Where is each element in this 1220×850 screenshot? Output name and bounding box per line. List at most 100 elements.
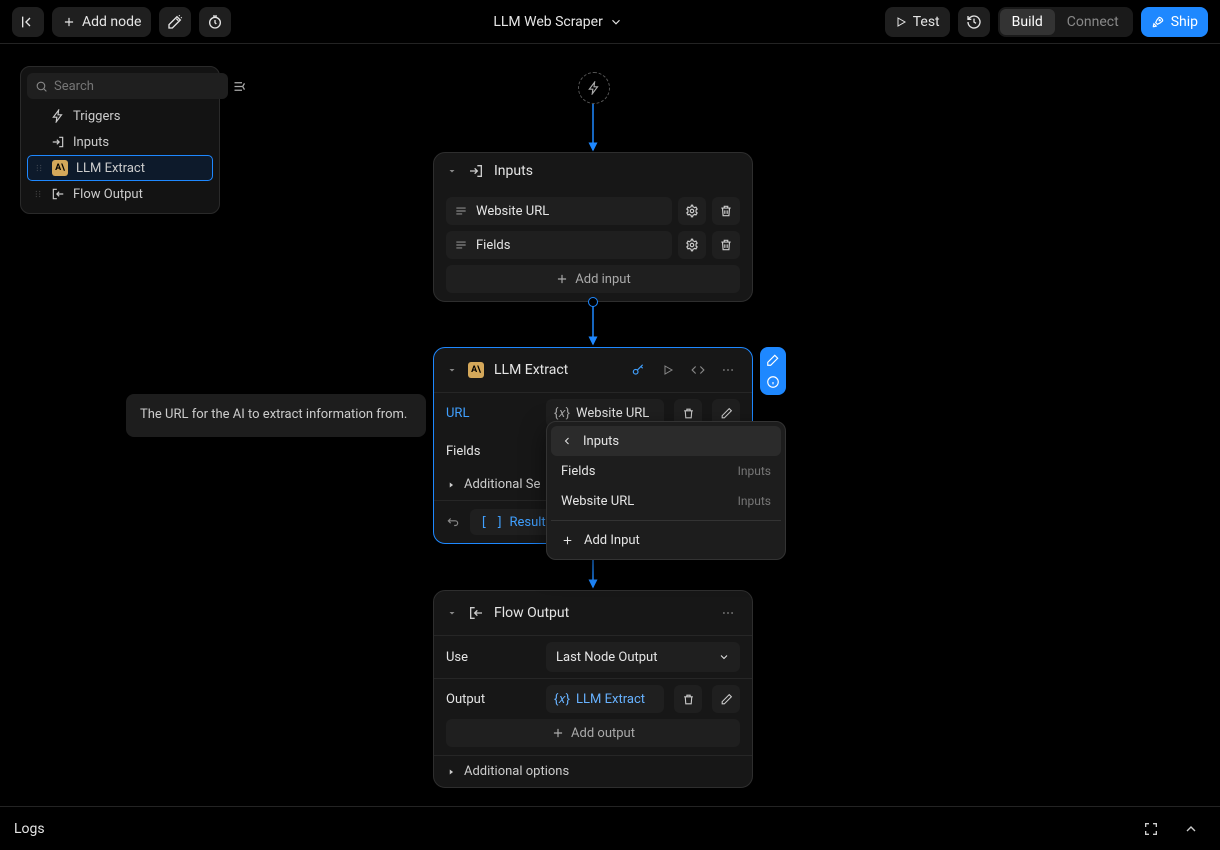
node-output-header[interactable]: Flow Output xyxy=(434,591,752,636)
logs-title[interactable]: Logs xyxy=(14,821,1126,837)
pencil-icon xyxy=(720,693,733,706)
url-label[interactable]: URL xyxy=(446,406,536,421)
dropdown-add-input[interactable]: Add Input xyxy=(551,525,781,555)
timer-button[interactable] xyxy=(199,7,231,37)
input-row-fields: Fields xyxy=(446,231,740,259)
node-side-tools xyxy=(760,347,786,395)
plus-icon xyxy=(561,534,574,547)
add-node-button[interactable]: Add node xyxy=(52,7,151,37)
magic-button[interactable] xyxy=(159,7,191,37)
tree-item-llm-extract[interactable]: A\ LLM Extract xyxy=(27,155,213,181)
input-row-website-url: Website URL xyxy=(446,197,740,225)
anthropic-icon: A\ xyxy=(52,160,68,176)
use-select[interactable]: Last Node Output xyxy=(546,642,740,672)
run-node-button[interactable] xyxy=(656,358,680,382)
search-icon xyxy=(35,80,48,93)
prop-use: Use Last Node Output xyxy=(434,636,752,678)
tree-item-inputs[interactable]: Inputs xyxy=(27,129,213,155)
collapse-toggle[interactable] xyxy=(446,165,458,177)
drag-handle-icon[interactable] xyxy=(33,187,43,201)
dropdown-item-fields[interactable]: Fields Inputs xyxy=(551,456,781,486)
return-icon xyxy=(446,515,460,529)
dropdown-item-website-url[interactable]: Website URL Inputs xyxy=(551,486,781,516)
menu-toggle-button[interactable] xyxy=(12,7,44,37)
collapse-toggle[interactable] xyxy=(446,607,458,619)
logs-expand-button[interactable] xyxy=(1176,814,1206,844)
divider xyxy=(551,520,781,521)
search-input[interactable] xyxy=(54,79,220,94)
code-button[interactable] xyxy=(686,358,710,382)
plus-icon xyxy=(551,726,565,740)
bolt-icon xyxy=(587,81,601,95)
input-chip[interactable]: Fields xyxy=(446,231,672,259)
output-label: Output xyxy=(446,692,536,707)
trash-icon xyxy=(682,693,695,706)
search-box[interactable] xyxy=(27,73,228,99)
input-delete-button[interactable] xyxy=(712,197,740,225)
node-inputs-header[interactable]: Inputs xyxy=(434,153,752,189)
input-icon xyxy=(51,135,65,149)
chevron-down-icon xyxy=(609,15,623,29)
pencil-icon xyxy=(720,407,733,420)
more-button[interactable] xyxy=(716,601,740,625)
trash-icon xyxy=(682,407,695,420)
logs-fullscreen-button[interactable] xyxy=(1136,814,1166,844)
bolt-icon xyxy=(51,109,65,123)
rocket-icon xyxy=(1151,15,1165,29)
chevron-up-icon xyxy=(1183,821,1199,837)
seg-connect[interactable]: Connect xyxy=(1055,9,1131,35)
node-inputs-title: Inputs xyxy=(494,163,740,179)
more-button[interactable] xyxy=(716,358,740,382)
panel-collapse-button[interactable] xyxy=(232,73,247,99)
add-output-button[interactable]: Add output xyxy=(446,719,740,747)
additional-options-toggle[interactable]: Additional options xyxy=(434,755,752,787)
caret-right-icon xyxy=(446,767,456,777)
dropdown-back[interactable]: Inputs xyxy=(551,426,781,456)
key-button[interactable] xyxy=(626,358,650,382)
node-llm-title: LLM Extract xyxy=(494,362,616,378)
chevron-down-icon xyxy=(718,651,730,663)
drag-handle-icon[interactable] xyxy=(34,161,44,175)
variable-dropdown: Inputs Fields Inputs Website URL Inputs … xyxy=(546,421,786,560)
input-chip[interactable]: Website URL xyxy=(446,197,672,225)
output-port[interactable] xyxy=(588,297,598,307)
test-button[interactable]: Test xyxy=(885,7,950,37)
input-settings-button[interactable] xyxy=(678,231,706,259)
gear-icon xyxy=(685,238,699,252)
info-icon xyxy=(766,375,780,389)
clock-icon xyxy=(207,14,223,30)
collapse-toggle[interactable] xyxy=(446,364,458,376)
trigger-hub[interactable] xyxy=(578,72,610,104)
logs-bar: Logs xyxy=(0,806,1220,850)
project-title[interactable]: LLM Web Scraper xyxy=(239,14,876,30)
text-icon xyxy=(454,204,468,218)
tooltip: The URL for the AI to extract informatio… xyxy=(126,394,426,437)
output-clear-button[interactable] xyxy=(674,685,702,713)
tree-item-triggers[interactable]: Triggers xyxy=(27,103,213,129)
plus-icon xyxy=(555,272,569,286)
node-flow-output: Flow Output Use Last Node Output Output … xyxy=(433,590,753,788)
prop-output: Output {𝑥} LLM Extract xyxy=(434,678,752,719)
output-edit-button[interactable] xyxy=(712,685,740,713)
input-settings-button[interactable] xyxy=(678,197,706,225)
output-icon xyxy=(468,605,484,621)
wand-icon xyxy=(167,14,183,30)
key-icon xyxy=(631,363,645,377)
output-value-pill[interactable]: {𝑥} LLM Extract xyxy=(546,685,664,713)
node-inputs: Inputs Website URL Fields xyxy=(433,152,753,302)
add-input-button[interactable]: Add input xyxy=(446,265,740,293)
seg-build[interactable]: Build xyxy=(1000,9,1055,35)
tree-item-flow-output[interactable]: Flow Output xyxy=(27,181,213,207)
sidebar-collapse-icon xyxy=(20,14,36,30)
dots-icon xyxy=(721,363,735,377)
code-icon xyxy=(691,363,705,377)
history-button[interactable] xyxy=(958,7,990,37)
node-llm-header[interactable]: A\ LLM Extract xyxy=(434,348,752,393)
use-label: Use xyxy=(446,650,536,665)
input-delete-button[interactable] xyxy=(712,231,740,259)
fix-magic-button[interactable] xyxy=(763,350,783,370)
gear-icon xyxy=(685,204,699,218)
ship-button[interactable]: Ship xyxy=(1141,7,1208,37)
fields-label[interactable]: Fields xyxy=(446,444,536,459)
info-button[interactable] xyxy=(763,372,783,392)
